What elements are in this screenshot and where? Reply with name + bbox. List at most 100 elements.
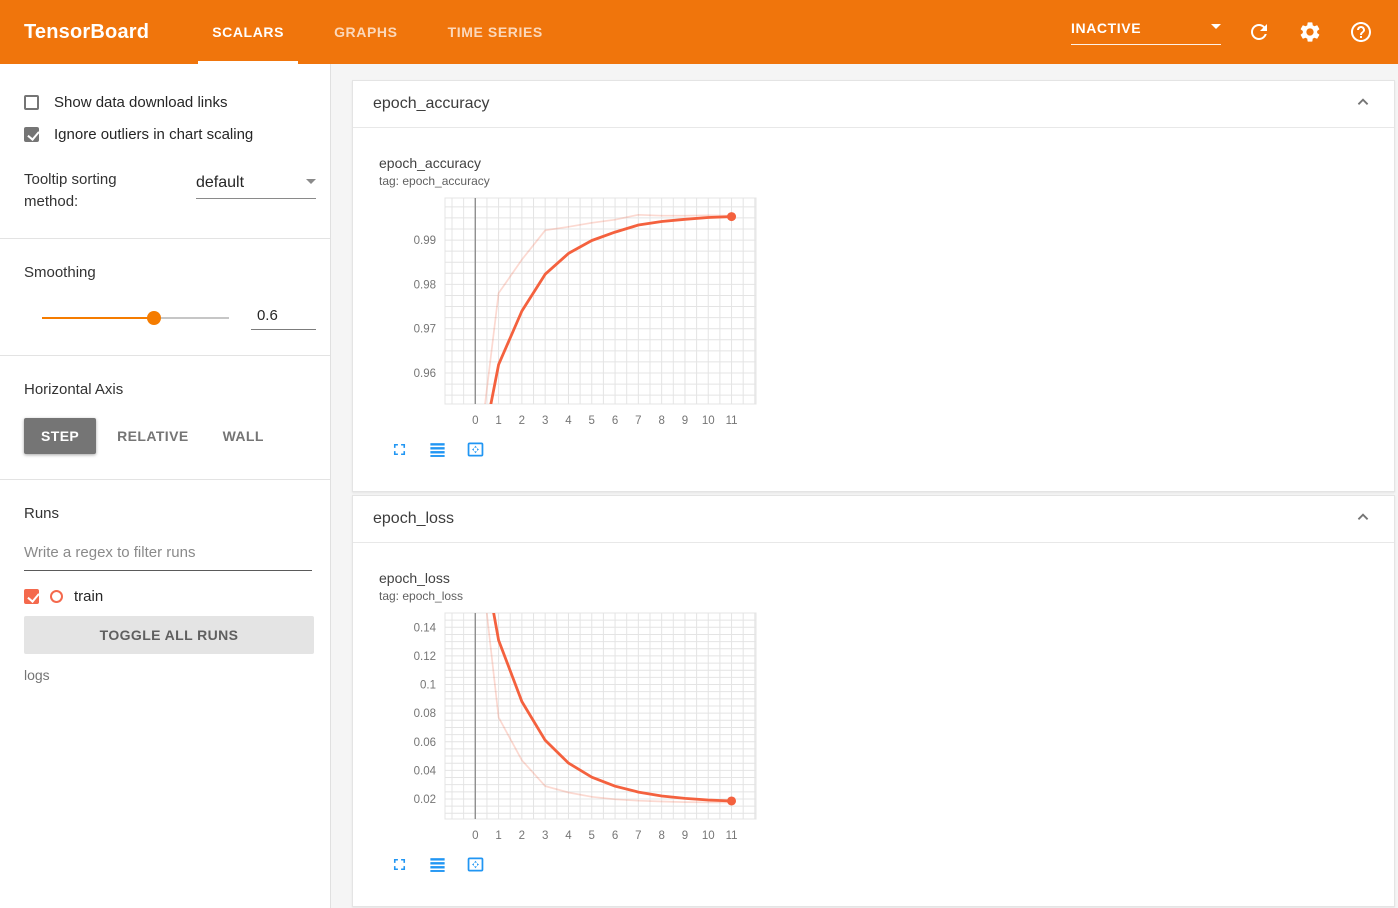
chevron-down-icon xyxy=(306,179,316,189)
data-table-icon xyxy=(430,858,445,872)
epoch-accuracy-chart[interactable]: 0 1 2 3 4 5 6 7 8 9 10 11 0.96 0.97 0.98 0.99 xyxy=(373,194,759,431)
svg-text:0.98: 0.98 xyxy=(414,279,436,291)
svg-text:6: 6 xyxy=(612,415,618,427)
svg-text:10: 10 xyxy=(702,415,715,427)
card-title: epoch_accuracy xyxy=(373,95,490,112)
refresh-icon xyxy=(1251,24,1267,40)
settings-button[interactable] xyxy=(1297,19,1323,45)
axis-wall-button[interactable]: WALL xyxy=(206,418,281,454)
axis-step-button[interactable]: STEP xyxy=(24,417,97,454)
smoothing-value-field[interactable]: 0.6 xyxy=(250,307,316,330)
run-color-swatch[interactable] xyxy=(50,589,63,603)
data-table-button[interactable] xyxy=(428,855,447,874)
svg-text:1: 1 xyxy=(495,415,501,427)
svg-text:6: 6 xyxy=(612,830,618,842)
fullscreen-icon xyxy=(393,443,406,456)
svg-text:0.99: 0.99 xyxy=(414,235,436,247)
smoothing-slider-fill xyxy=(42,317,155,319)
refresh-button[interactable] xyxy=(1246,19,1272,45)
reload-status-dropdown[interactable]: INACTIVE xyxy=(1071,20,1221,45)
help-button[interactable] xyxy=(1348,19,1374,45)
run-train-checkbox[interactable] xyxy=(24,588,39,604)
card-epoch-accuracy-header[interactable]: epoch_accuracy xyxy=(353,81,1394,128)
tab-time-series[interactable]: TIME SERIES xyxy=(423,0,568,64)
svg-text:0: 0 xyxy=(472,415,478,427)
svg-text:11: 11 xyxy=(726,415,738,427)
card-title: epoch_loss xyxy=(373,510,454,527)
fit-domain-icon xyxy=(467,442,484,457)
svg-text:4: 4 xyxy=(565,830,572,842)
nav-tabs: SCALARS GRAPHS TIME SERIES xyxy=(187,0,568,64)
ignore-outliers-checkbox[interactable] xyxy=(24,127,39,142)
svg-text:0.12: 0.12 xyxy=(414,651,436,663)
collapse-chevron-up-icon[interactable] xyxy=(1352,91,1374,118)
fullscreen-icon xyxy=(393,858,406,871)
tooltip-sorting-value: default xyxy=(196,174,245,191)
svg-text:7: 7 xyxy=(635,415,641,427)
fit-domain-icon xyxy=(467,857,484,872)
svg-text:9: 9 xyxy=(682,830,688,842)
data-table-button[interactable] xyxy=(428,440,447,459)
show-download-links-label: Show data download links xyxy=(54,94,228,111)
help-icon xyxy=(1351,22,1371,42)
runs-filter-input[interactable] xyxy=(24,541,312,571)
svg-text:3: 3 xyxy=(542,415,548,427)
ignore-outliers-label: Ignore outliers in chart scaling xyxy=(54,126,254,143)
chevron-down-icon xyxy=(1211,23,1221,34)
fullscreen-button[interactable] xyxy=(390,855,409,874)
svg-text:0.96: 0.96 xyxy=(414,368,436,380)
svg-text:11: 11 xyxy=(726,830,738,842)
axis-relative-button[interactable]: RELATIVE xyxy=(100,418,205,454)
smoothing-slider[interactable] xyxy=(42,311,229,325)
reload-status-label: INACTIVE xyxy=(1071,19,1142,36)
svg-text:0.14: 0.14 xyxy=(414,622,437,634)
card-epoch-loss: epoch_loss epoch_loss tag: epoch_loss 0 1… xyxy=(352,495,1395,907)
app-bar: TensorBoard SCALARS GRAPHS TIME SERIES I… xyxy=(0,0,1398,64)
runs-label: Runs xyxy=(24,504,60,522)
svg-text:5: 5 xyxy=(589,415,595,427)
svg-text:1: 1 xyxy=(495,830,501,842)
tab-scalars[interactable]: SCALARS xyxy=(187,0,309,64)
tooltip-sorting-label: Tooltip sorting method: xyxy=(24,171,117,210)
svg-text:0.08: 0.08 xyxy=(414,708,436,720)
svg-text:0: 0 xyxy=(472,830,478,842)
svg-text:4: 4 xyxy=(565,415,572,427)
run-row-train: train xyxy=(24,588,316,605)
settings-sidebar: Show data download links Ignore outliers… xyxy=(0,64,331,908)
dashboard-main: epoch_accuracy epoch_accuracy tag: epoch… xyxy=(331,64,1398,908)
svg-text:0.02: 0.02 xyxy=(414,794,436,806)
run-train-label: train xyxy=(74,587,104,605)
svg-text:0.1: 0.1 xyxy=(420,680,436,692)
svg-text:3: 3 xyxy=(542,830,548,842)
fit-domain-button[interactable] xyxy=(466,855,485,874)
svg-text:8: 8 xyxy=(658,830,664,842)
svg-text:0.97: 0.97 xyxy=(414,324,436,336)
chart-tag: tag: epoch_loss xyxy=(379,589,464,603)
collapse-chevron-up-icon[interactable] xyxy=(1352,506,1374,533)
svg-text:8: 8 xyxy=(658,415,664,427)
svg-text:10: 10 xyxy=(702,830,715,842)
card-epoch-accuracy: epoch_accuracy epoch_accuracy tag: epoch… xyxy=(352,80,1395,492)
svg-text:2: 2 xyxy=(519,830,525,842)
tooltip-sorting-dropdown[interactable]: default xyxy=(196,169,316,199)
fullscreen-button[interactable] xyxy=(390,440,409,459)
svg-text:2: 2 xyxy=(519,415,525,427)
card-epoch-loss-header[interactable]: epoch_loss xyxy=(353,496,1394,543)
divider xyxy=(0,237,330,239)
horizontal-axis-label: Horizontal Axis xyxy=(24,380,124,398)
smoothing-label: Smoothing xyxy=(24,263,96,281)
gear-icon xyxy=(1300,22,1320,42)
epoch-loss-chart[interactable]: 0 1 2 3 4 5 6 7 8 9 10 11 0.02 0.04 0.06 0.08 0.1 0.12 0.1… xyxy=(373,609,759,846)
show-download-links-checkbox[interactable] xyxy=(24,95,39,110)
data-table-icon xyxy=(430,443,445,457)
smoothing-slider-thumb[interactable] xyxy=(147,311,162,325)
svg-text:5: 5 xyxy=(589,830,595,842)
toggle-all-runs-button[interactable]: TOGGLE ALL RUNS xyxy=(24,615,314,654)
divider xyxy=(0,354,330,356)
fit-domain-button[interactable] xyxy=(466,440,485,459)
svg-text:9: 9 xyxy=(682,415,688,427)
svg-text:7: 7 xyxy=(635,830,641,842)
tab-graphs[interactable]: GRAPHS xyxy=(309,0,423,64)
divider xyxy=(0,478,330,480)
chart-tag: tag: epoch_accuracy xyxy=(379,174,490,188)
